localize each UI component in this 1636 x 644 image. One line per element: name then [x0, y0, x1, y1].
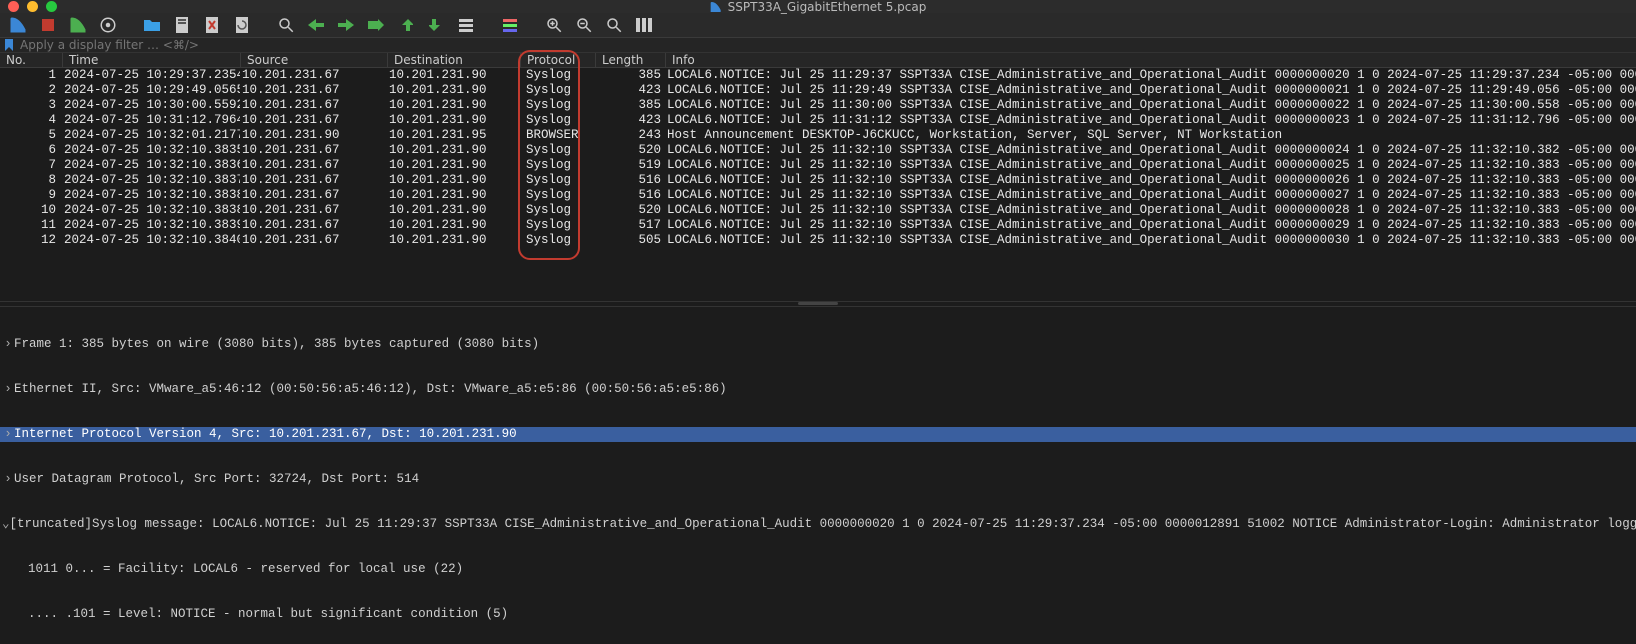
display-filter-input[interactable] — [16, 38, 1634, 52]
restart-capture-button[interactable] — [66, 13, 90, 37]
go-to-last-button[interactable] — [424, 13, 448, 37]
packet-list-blank — [0, 248, 1636, 300]
packet-row[interactable]: 32024-07-25 10:30:00.55929310.201.231.67… — [0, 98, 1636, 113]
packet-list-header: No. Time Source Destination Protocol Len… — [0, 53, 1636, 68]
packet-row[interactable]: 112024-07-25 10:32:10.38394510.201.231.6… — [0, 218, 1636, 233]
window-controls — [8, 1, 57, 12]
column-header-source[interactable]: Source — [240, 53, 387, 67]
detail-ethernet[interactable]: ›Ethernet II, Src: VMware_a5:46:12 (00:5… — [0, 382, 1636, 397]
stop-capture-button[interactable] — [36, 13, 60, 37]
window-title: SSPT33A_GigabitEthernet 5.pcap — [710, 0, 927, 14]
packet-row[interactable]: 22024-07-25 10:29:49.05659410.201.231.67… — [0, 83, 1636, 98]
column-header-info[interactable]: Info — [665, 53, 1636, 67]
packet-list-container: 12024-07-25 10:29:37.23544110.201.231.67… — [0, 68, 1636, 248]
splitter-handle-icon — [798, 302, 838, 305]
zoom-out-button[interactable] — [572, 13, 596, 37]
reload-file-button[interactable] — [230, 13, 254, 37]
detail-frame[interactable]: ›Frame 1: 385 bytes on wire (3080 bits),… — [0, 337, 1636, 352]
titlebar: SSPT33A_GigabitEthernet 5.pcap — [0, 0, 1636, 13]
resize-columns-button[interactable] — [632, 13, 656, 37]
packet-row[interactable]: 82024-07-25 10:32:10.38376010.201.231.67… — [0, 173, 1636, 188]
column-header-time[interactable]: Time — [62, 53, 240, 67]
detail-udp[interactable]: ›User Datagram Protocol, Src Port: 32724… — [0, 472, 1636, 487]
wireshark-fin-icon — [710, 1, 722, 13]
window-title-text: SSPT33A_GigabitEthernet 5.pcap — [728, 0, 927, 14]
find-packet-button[interactable] — [274, 13, 298, 37]
expand-icon[interactable]: › — [2, 427, 14, 442]
save-file-button[interactable] — [170, 13, 194, 37]
detail-syslog[interactable]: ⌄[truncated]Syslog message: LOCAL6.NOTIC… — [0, 517, 1636, 532]
column-header-destination[interactable]: Destination — [387, 53, 520, 67]
colorize-button[interactable] — [498, 13, 522, 37]
packet-row[interactable]: 72024-07-25 10:32:10.38366810.201.231.67… — [0, 158, 1636, 173]
detail-level[interactable]: .... .101 = Level: NOTICE - normal but s… — [0, 607, 1636, 622]
packet-row[interactable]: 92024-07-25 10:32:10.38380710.201.231.67… — [0, 188, 1636, 203]
column-header-no[interactable]: No. — [0, 53, 62, 67]
main-toolbar — [0, 13, 1636, 38]
maximize-window-button[interactable] — [46, 1, 57, 12]
close-window-button[interactable] — [8, 1, 19, 12]
auto-scroll-button[interactable] — [454, 13, 478, 37]
detail-ip[interactable]: ›Internet Protocol Version 4, Src: 10.20… — [0, 427, 1636, 442]
go-forward-button[interactable] — [334, 13, 358, 37]
column-header-length[interactable]: Length — [595, 53, 665, 67]
column-header-protocol[interactable]: Protocol — [520, 53, 595, 67]
expand-icon[interactable]: › — [2, 337, 14, 352]
detail-facility[interactable]: 1011 0... = Facility: LOCAL6 - reserved … — [0, 562, 1636, 577]
packet-details-pane[interactable]: ›Frame 1: 385 bytes on wire (3080 bits),… — [0, 307, 1636, 644]
minimize-window-button[interactable] — [27, 1, 38, 12]
packet-row[interactable]: 42024-07-25 10:31:12.79647310.201.231.67… — [0, 113, 1636, 128]
packet-list[interactable]: 12024-07-25 10:29:37.23544110.201.231.67… — [0, 68, 1636, 248]
pane-splitter[interactable] — [0, 301, 1636, 308]
go-back-button[interactable] — [304, 13, 328, 37]
zoom-in-button[interactable] — [542, 13, 566, 37]
expand-icon[interactable]: › — [2, 472, 14, 487]
go-to-packet-button[interactable] — [364, 13, 388, 37]
zoom-reset-button[interactable] — [602, 13, 626, 37]
packet-row[interactable]: 12024-07-25 10:29:37.23544110.201.231.67… — [0, 68, 1636, 83]
expand-icon[interactable]: › — [2, 382, 14, 397]
packet-row[interactable]: 122024-07-25 10:32:10.38405310.201.231.6… — [0, 233, 1636, 248]
packet-row[interactable]: 62024-07-25 10:32:10.38353010.201.231.67… — [0, 143, 1636, 158]
start-capture-button[interactable] — [6, 13, 30, 37]
open-file-button[interactable] — [140, 13, 164, 37]
collapse-icon[interactable]: ⌄ — [2, 517, 10, 532]
packet-row[interactable]: 52024-07-25 10:32:01.21778010.201.231.90… — [0, 128, 1636, 143]
display-filter-bar — [0, 38, 1636, 53]
go-to-first-button[interactable] — [394, 13, 418, 37]
bookmark-icon[interactable] — [2, 38, 16, 52]
close-file-button[interactable] — [200, 13, 224, 37]
packet-row[interactable]: 102024-07-25 10:32:10.38387810.201.231.6… — [0, 203, 1636, 218]
capture-options-button[interactable] — [96, 13, 120, 37]
